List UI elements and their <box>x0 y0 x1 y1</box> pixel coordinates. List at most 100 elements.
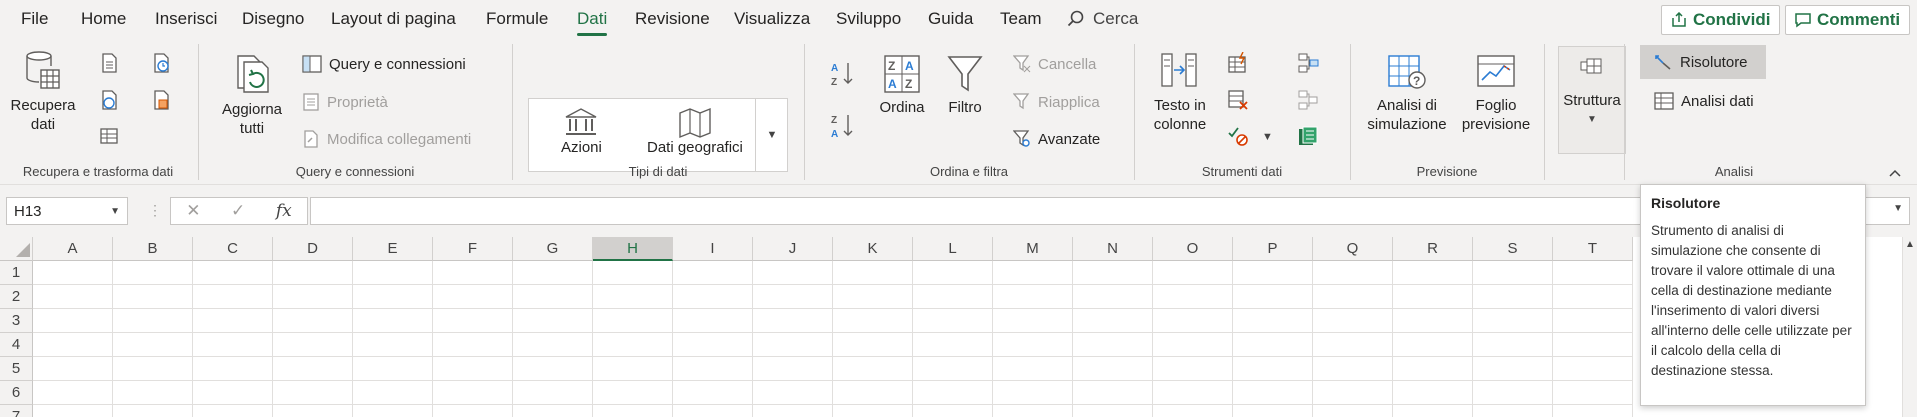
solver-button[interactable]: Risolutore <box>1640 45 1766 79</box>
advanced-filter-button[interactable]: Avanzate <box>1013 130 1100 148</box>
consolidate-icon[interactable] <box>1297 52 1319 74</box>
row-header-4[interactable]: 4 <box>0 333 33 357</box>
properties-button[interactable]: Proprietà <box>302 93 388 111</box>
refresh-all-button[interactable]: Aggiorna tutti <box>216 54 288 138</box>
comments-button[interactable]: Commenti <box>1785 5 1911 35</box>
flash-fill-icon[interactable] <box>1227 52 1249 74</box>
menu-team[interactable]: Team <box>1000 9 1042 29</box>
data-model-icon[interactable] <box>1297 125 1319 147</box>
column-header-b[interactable]: B <box>113 237 193 261</box>
enter-icon[interactable]: ✓ <box>231 201 245 221</box>
forecast-sheet-button[interactable]: Foglio previsione <box>1458 54 1534 134</box>
search-box[interactable]: Cerca <box>1067 9 1138 29</box>
cancel-icon[interactable]: ✕ <box>186 201 200 221</box>
clear-label: Cancella <box>1038 55 1097 73</box>
chevron-down-icon[interactable]: ▼ <box>1262 131 1273 143</box>
column-header-c[interactable]: C <box>193 237 273 261</box>
share-button[interactable]: Condividi <box>1661 5 1781 35</box>
column-header-t[interactable]: T <box>1553 237 1633 261</box>
gallery-more-button[interactable]: ▼ <box>755 99 788 171</box>
column-header-n[interactable]: N <box>1073 237 1153 261</box>
column-header-l[interactable]: L <box>913 237 993 261</box>
sort-za-icon[interactable]: ZA <box>830 112 854 140</box>
column-header-g[interactable]: G <box>513 237 593 261</box>
data-analysis-button[interactable]: Analisi dati <box>1654 92 1754 110</box>
column-header-p[interactable]: P <box>1233 237 1313 261</box>
row-header-6[interactable]: 6 <box>0 381 33 405</box>
existing-connections-icon[interactable] <box>150 89 172 111</box>
grid-row[interactable] <box>33 381 1633 405</box>
stocks-button[interactable]: Azioni <box>561 107 602 156</box>
expand-formula-icon[interactable]: ▼ <box>1893 203 1903 214</box>
from-web-icon[interactable] <box>98 89 120 111</box>
menu-developer[interactable]: Sviluppo <box>836 9 901 29</box>
name-box[interactable]: H13 ▼ <box>6 197 128 225</box>
collapse-ribbon-icon[interactable] <box>1888 168 1902 178</box>
worksheet-grid[interactable]: ABCDEFGHIJKLMNOPQRST 1234567 <box>0 237 1917 417</box>
column-header-i[interactable]: I <box>673 237 753 261</box>
queries-label: Query e connessioni <box>329 55 466 73</box>
outline-button[interactable]: Struttura ▼ <box>1558 46 1626 154</box>
vertical-scrollbar[interactable]: ▲ <box>1902 237 1917 417</box>
from-table-icon[interactable] <box>98 125 120 147</box>
column-header-d[interactable]: D <box>273 237 353 261</box>
row-header-7[interactable]: 7 <box>0 405 33 417</box>
row-header-1[interactable]: 1 <box>0 261 33 285</box>
grid-row[interactable] <box>33 285 1633 309</box>
menu-formulas[interactable]: Formule <box>486 9 548 29</box>
grid-row[interactable] <box>33 309 1633 333</box>
menu-data[interactable]: Dati <box>577 9 608 36</box>
data-validation-icon[interactable] <box>1227 125 1249 147</box>
column-header-r[interactable]: R <box>1393 237 1473 261</box>
column-header-j[interactable]: J <box>753 237 833 261</box>
from-text-icon[interactable] <box>98 52 120 74</box>
column-header-m[interactable]: M <box>993 237 1073 261</box>
what-if-button[interactable]: ? Analisi di simulazione <box>1362 54 1452 134</box>
solver-label: Risolutore <box>1680 53 1748 71</box>
menu-view[interactable]: Visualizza <box>734 9 810 29</box>
queries-connections-button[interactable]: Query e connessioni <box>302 55 466 73</box>
grid-row[interactable] <box>33 261 1633 285</box>
clear-filter-button[interactable]: Cancella <box>1013 55 1096 73</box>
menu-insert[interactable]: Inserisci <box>155 9 217 29</box>
row-header-5[interactable]: 5 <box>0 357 33 381</box>
menu-layout[interactable]: Layout di pagina <box>331 9 456 29</box>
formula-bar: H13 ▼ ⋮ ✕ ✓ fx ▼ <box>0 195 1917 227</box>
scroll-up-icon[interactable]: ▲ <box>1905 239 1915 250</box>
sort-button[interactable]: ZAAZ Ordina <box>872 54 932 117</box>
insert-function-button[interactable]: fx <box>276 201 292 221</box>
grid-row[interactable] <box>33 333 1633 357</box>
column-header-k[interactable]: K <box>833 237 913 261</box>
recent-sources-icon[interactable] <box>150 52 172 74</box>
menu-help[interactable]: Guida <box>928 9 973 29</box>
data-analysis-label: Analisi dati <box>1681 92 1754 110</box>
geography-button[interactable]: Dati geografici <box>647 107 743 156</box>
row-header-3[interactable]: 3 <box>0 309 33 333</box>
column-header-o[interactable]: O <box>1153 237 1233 261</box>
edit-links-button[interactable]: Modifica collegamenti <box>302 130 471 148</box>
column-header-s[interactable]: S <box>1473 237 1553 261</box>
menu-file[interactable]: File <box>21 9 48 29</box>
filter-button[interactable]: Filtro <box>935 54 995 117</box>
column-header-a[interactable]: A <box>33 237 113 261</box>
reapply-button[interactable]: Riapplica <box>1013 93 1100 111</box>
select-all-corner[interactable] <box>0 237 33 261</box>
grid-row[interactable] <box>33 357 1633 381</box>
column-header-h[interactable]: H <box>593 237 673 261</box>
get-data-button[interactable]: Recupera dati <box>10 50 76 134</box>
menu-draw[interactable]: Disegno <box>242 9 304 29</box>
remove-duplicates-icon[interactable] <box>1227 89 1249 111</box>
column-header-q[interactable]: Q <box>1313 237 1393 261</box>
row-header-2[interactable]: 2 <box>0 285 33 309</box>
menu-home[interactable]: Home <box>81 9 126 29</box>
sort-az-icon[interactable]: AZ <box>830 60 854 88</box>
column-header-f[interactable]: F <box>433 237 513 261</box>
relationships-icon[interactable] <box>1297 89 1319 111</box>
menu-review[interactable]: Revisione <box>635 9 710 29</box>
grid-row[interactable] <box>33 405 1633 417</box>
group-separator <box>1624 44 1625 180</box>
text-to-columns-button[interactable]: Testo in colonne <box>1150 50 1210 134</box>
outline-icon <box>1580 58 1602 74</box>
more-options-icon[interactable]: ⋮ <box>148 202 162 219</box>
column-header-e[interactable]: E <box>353 237 433 261</box>
